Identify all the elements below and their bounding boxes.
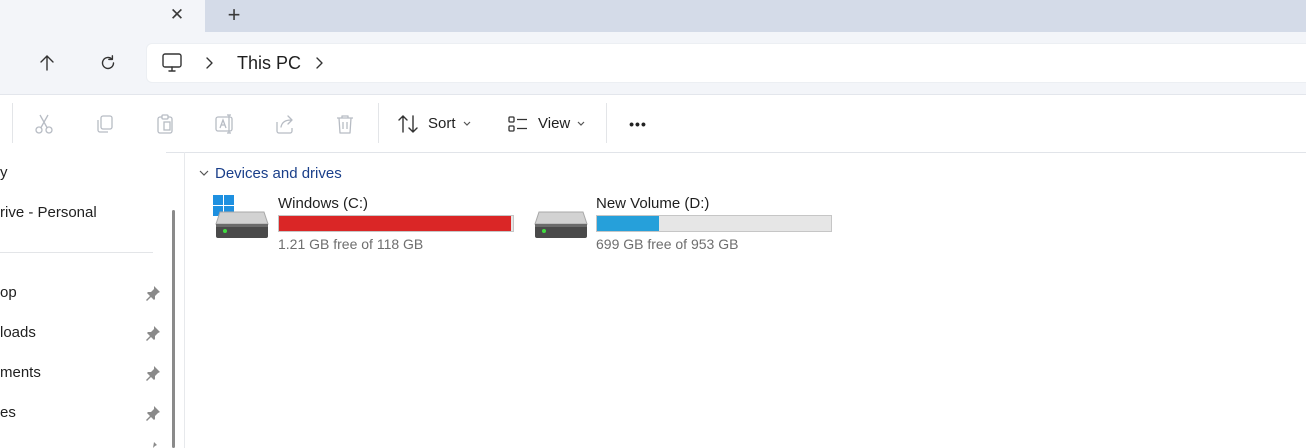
refresh-button[interactable] [92,47,124,79]
delete-button[interactable] [331,110,359,138]
clipboard-icon [157,114,173,134]
drive-usage-bar-d [596,215,832,232]
new-tab-button[interactable]: + [222,2,246,27]
navigation-pane [0,152,166,448]
sidebar-item-documents[interactable]: ments [0,364,41,381]
pin-icon[interactable] [145,405,161,421]
sidebar-item-gallery[interactable]: y [0,164,8,181]
view-list-icon [508,116,527,132]
command-divider [12,103,13,143]
hard-drive-icon [534,211,588,238]
chevron-down-icon [463,121,471,126]
breadcrumb-separator-icon[interactable] [203,55,217,76]
sort-button[interactable]: Sort [395,110,480,138]
tab-close-button[interactable]: ✕ [166,4,188,26]
up-button[interactable] [31,47,63,79]
sidebar-item-onedrive[interactable]: rive - Personal [0,204,97,221]
collapse-chevron-icon[interactable] [197,168,211,180]
sidebar-item-desktop[interactable]: op [0,284,17,301]
sidebar-item-downloads[interactable]: loads [0,324,36,341]
paste-button[interactable] [151,110,179,138]
group-header-devices-and-drives[interactable]: Devices and drives [215,165,342,182]
command-divider [378,103,379,143]
hard-drive-icon [215,211,269,238]
drive-free-space-d: 699 GB free of 953 GB [596,236,739,252]
share-button[interactable] [271,110,299,138]
share-icon [276,115,293,134]
sidebar-divider [0,252,153,253]
scissors-icon [35,114,53,134]
pin-icon[interactable] [145,365,161,381]
breadcrumb-this-pc[interactable]: This PC [237,53,301,74]
trash-icon [337,115,353,134]
pin-icon[interactable] [145,285,161,301]
refresh-icon [101,55,115,70]
drive-name-c: Windows (C:) [278,195,369,212]
drive-usage-bar-c [278,215,514,232]
pin-icon[interactable] [145,325,161,341]
drive-item-c[interactable]: Windows (C:) 1.21 GB free of 118 GB [212,192,517,256]
this-pc-icon [161,52,183,79]
pin-icon[interactable] [145,442,161,448]
sort-icon [398,115,418,133]
breadcrumb-chevron-icon[interactable] [313,55,327,76]
more-options-button[interactable]: ••• [623,112,653,136]
drive-free-space-c: 1.21 GB free of 118 GB [278,236,424,252]
sidebar-scrollbar[interactable] [172,210,175,448]
rename-icon [215,114,233,134]
drive-name-d: New Volume (D:) [596,195,710,212]
cut-button[interactable] [30,110,58,138]
view-label: View [538,115,571,132]
copy-button[interactable] [91,110,119,138]
command-divider [606,103,607,143]
view-button[interactable]: View [505,110,595,138]
copy-icon [97,115,113,133]
drive-usage-fill-d [597,216,660,231]
rename-button[interactable] [211,110,239,138]
pane-divider[interactable] [184,152,185,448]
drive-usage-fill-c [279,216,511,231]
chevron-down-icon [577,121,585,126]
arrow-up-icon [40,55,54,71]
sidebar-item-pictures[interactable]: es [0,404,16,421]
drive-item-d[interactable]: New Volume (D:) 699 GB free of 953 GB [531,192,836,256]
command-bar [0,95,1306,153]
sort-label: Sort [428,115,456,132]
